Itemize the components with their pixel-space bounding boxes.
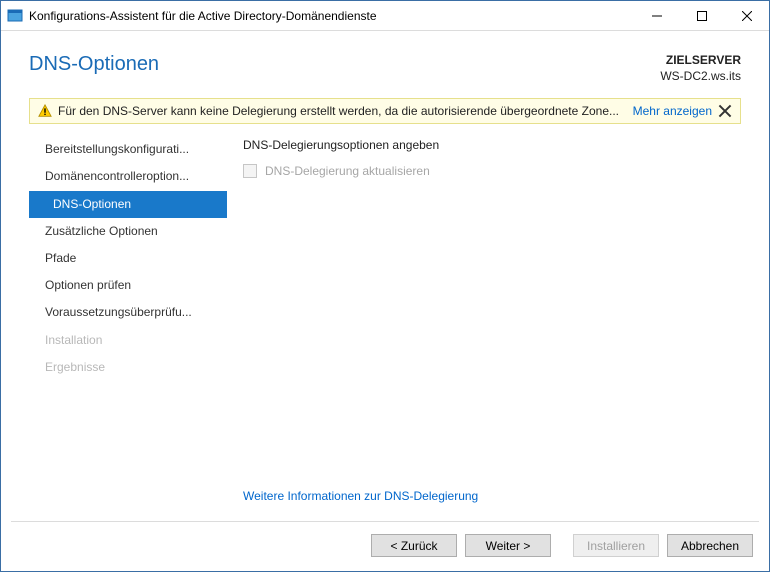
maximize-button[interactable] [679,1,724,30]
sidebar-item-deployment-config[interactable]: Bereitstellungskonfigurati... [29,136,227,163]
update-dns-delegation-row: DNS-Delegierung aktualisieren [243,164,741,178]
warning-banner: Für den DNS-Server kann keine Delegierun… [29,98,741,124]
close-button[interactable] [724,1,769,30]
update-dns-delegation-label: DNS-Delegierung aktualisieren [265,164,430,178]
update-dns-delegation-checkbox [243,164,257,178]
header: DNS-Optionen ZIELSERVER WS-DC2.ws.its [1,31,769,92]
target-server-label: ZIELSERVER [660,53,741,69]
sidebar-item-dns-options[interactable]: DNS-Optionen [29,191,227,218]
sidebar-item-dc-options[interactable]: Domänencontrolleroption... [29,163,227,190]
back-button[interactable]: < Zurück [371,534,457,557]
window-title: Konfigurations-Assistent für die Active … [29,9,634,23]
warning-icon [38,104,52,118]
window: Konfigurations-Assistent für die Active … [0,0,770,572]
sidebar-item-installation: Installation [29,327,227,354]
sidebar-item-additional-options[interactable]: Zusätzliche Optionen [29,218,227,245]
sidebar-item-review-options[interactable]: Optionen prüfen [29,272,227,299]
titlebar: Konfigurations-Assistent für die Active … [1,1,769,31]
main-panel: DNS-Delegierungsoptionen angeben DNS-Del… [227,134,741,507]
warning-close-button[interactable] [718,104,732,118]
warning-more-link[interactable]: Mehr anzeigen [633,104,712,118]
warning-text: Für den DNS-Server kann keine Delegierun… [58,104,623,118]
app-icon [7,8,23,24]
install-button: Installieren [573,534,659,557]
more-info-link[interactable]: Weitere Informationen zur DNS-Delegierun… [243,483,741,507]
sidebar-item-paths[interactable]: Pfade [29,245,227,272]
page-title: DNS-Optionen [29,53,159,76]
next-button[interactable]: Weiter > [465,534,551,557]
section-heading: DNS-Delegierungsoptionen angeben [243,138,741,152]
sidebar-item-results: Ergebnisse [29,354,227,381]
minimize-button[interactable] [634,1,679,30]
cancel-button[interactable]: Abbrechen [667,534,753,557]
button-bar: < Zurück Weiter > Installieren Abbrechen [1,522,769,571]
wizard-steps-sidebar: Bereitstellungskonfigurati... Domänencon… [29,134,227,507]
sidebar-item-prereq-check[interactable]: Voraussetzungsüberprüfu... [29,299,227,326]
target-server-block: ZIELSERVER WS-DC2.ws.its [660,53,741,84]
target-server-value: WS-DC2.ws.its [660,69,741,85]
